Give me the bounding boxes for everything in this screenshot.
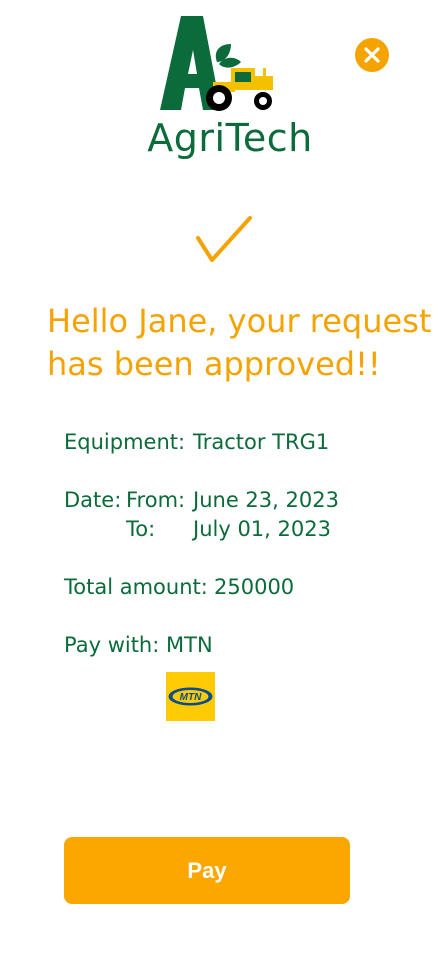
tractor-logo-icon	[160, 16, 273, 111]
app-name: AgriTech	[147, 116, 313, 160]
total-amount-value: 250000	[214, 575, 295, 599]
agritech-logo	[155, 14, 280, 114]
equipment-value: Tractor TRG1	[193, 430, 330, 454]
mtn-payment-option[interactable]: MTN	[166, 672, 215, 721]
total-amount-label: Total amount:	[64, 575, 208, 599]
close-icon	[364, 47, 380, 63]
checkmark-icon	[196, 216, 252, 262]
mtn-logo-icon: MTN	[168, 687, 213, 706]
to-date-value: July 01, 2023	[193, 517, 331, 541]
date-label: Date:	[64, 488, 122, 512]
pay-with-label: Pay with:	[64, 633, 160, 657]
to-label: To:	[126, 517, 156, 541]
from-label: From:	[126, 488, 186, 512]
pay-button[interactable]: Pay	[64, 837, 350, 904]
pay-with-value: MTN	[166, 633, 213, 657]
close-button[interactable]	[355, 38, 389, 72]
from-date-value: June 23, 2023	[193, 488, 339, 512]
approval-message: Hello Jane, your request has been approv…	[47, 302, 432, 383]
svg-text:MTN: MTN	[180, 692, 202, 703]
equipment-label: Equipment:	[64, 430, 186, 454]
